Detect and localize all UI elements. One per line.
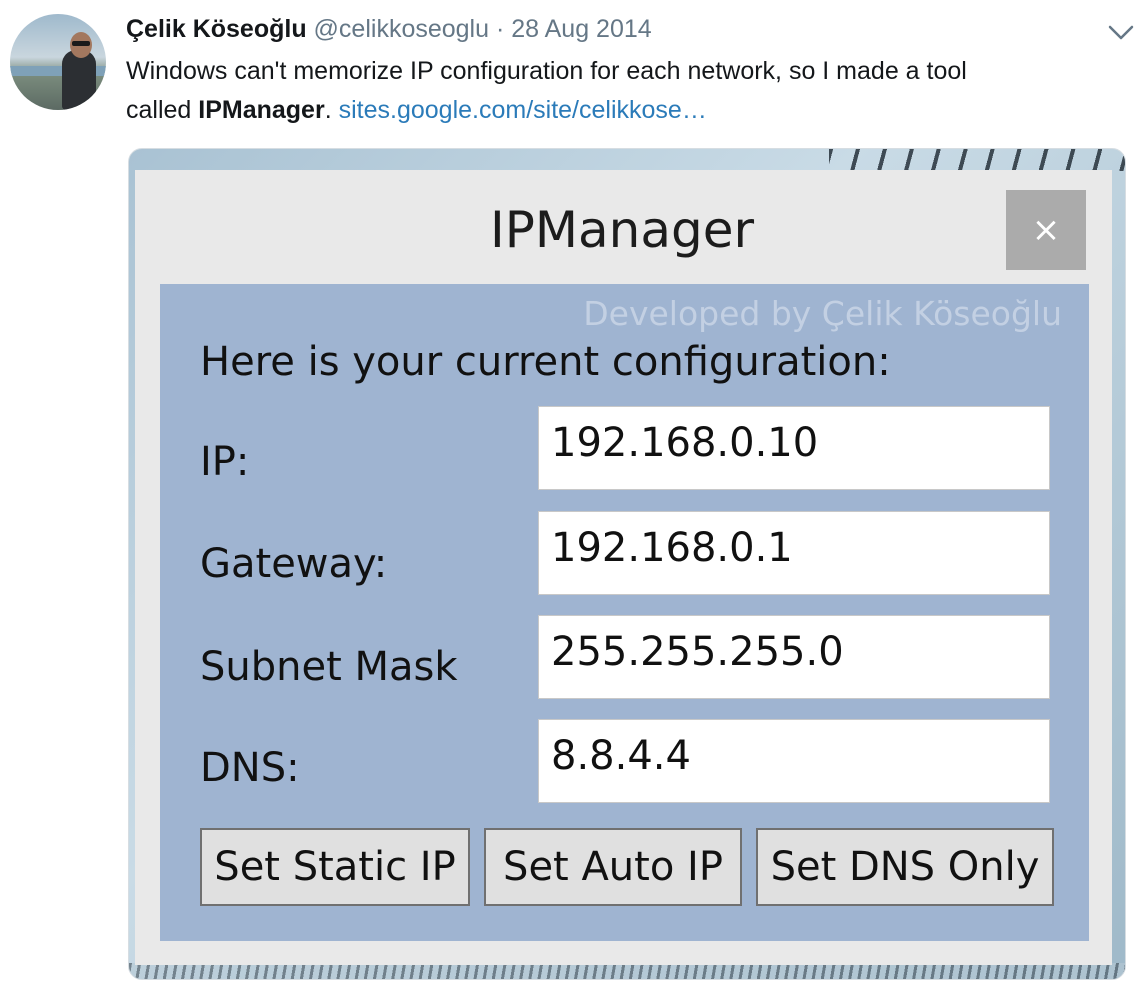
app-title: IPManager	[489, 201, 755, 259]
close-icon[interactable]: ×	[1006, 190, 1086, 270]
avatar-glasses	[72, 41, 90, 46]
developer-watermark: Developed by Çelik Köseoğlu	[583, 294, 1062, 333]
set-dns-only-button[interactable]: Set DNS Only	[756, 828, 1054, 906]
subnet-mask-label: Subnet Mask	[200, 644, 458, 690]
author-name[interactable]: Çelik Köseoğlu	[126, 15, 307, 43]
subnet-mask-field[interactable]: 255.255.255.0	[538, 615, 1050, 699]
gateway-field[interactable]: 192.168.0.1	[538, 511, 1050, 595]
avatar-figure	[62, 50, 96, 110]
background-stripes-bottom	[129, 963, 1125, 979]
ip-field[interactable]: 192.168.0.10	[538, 406, 1050, 490]
author-handle[interactable]: @celikkoseoglu	[314, 15, 489, 43]
config-heading: Here is your current configuration:	[200, 339, 891, 385]
tweet-bold-text: IPManager	[198, 96, 325, 124]
avatar[interactable]	[10, 14, 106, 110]
set-static-ip-button[interactable]: Set Static IP	[200, 828, 470, 906]
chevron-down-icon[interactable]	[1106, 20, 1136, 44]
set-auto-ip-button[interactable]: Set Auto IP	[484, 828, 742, 906]
tweet-text-line2: called IPManager. sites.google.com/site/…	[126, 91, 1126, 130]
separator-dot: ·	[495, 15, 505, 43]
dns-field[interactable]: 8.8.4.4	[538, 719, 1050, 803]
tweet-text-prefix: called	[126, 96, 199, 124]
background-stripes	[829, 149, 1125, 171]
dns-label: DNS:	[200, 745, 300, 791]
ip-label: IP:	[200, 439, 250, 485]
tweet-header: Çelik Köseoğlu @celikkoseoglu · 28 Aug 2…	[126, 12, 652, 46]
tweet-text: Windows can't memorize IP configuration …	[126, 52, 1126, 130]
tweet-link[interactable]: sites.google.com/site/celikkose…	[339, 96, 707, 124]
gateway-label: Gateway:	[200, 541, 388, 587]
tweet-text-line1: Windows can't memorize IP configuration …	[126, 57, 967, 85]
tweet-text-after-bold: .	[324, 96, 339, 124]
tweet-date[interactable]: 28 Aug 2014	[511, 15, 651, 43]
